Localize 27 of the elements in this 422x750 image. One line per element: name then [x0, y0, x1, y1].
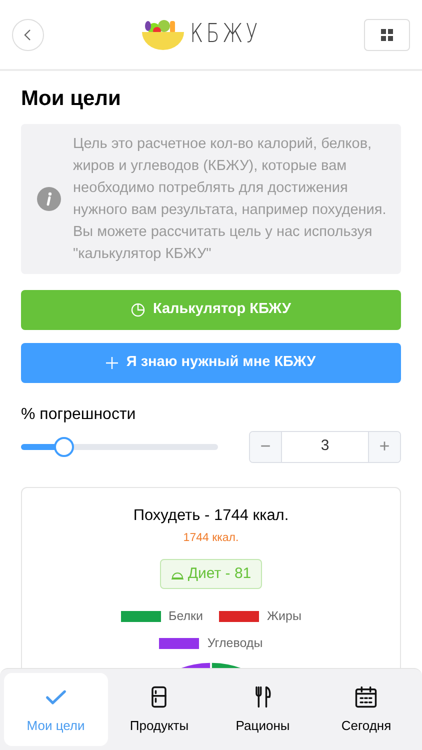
back-icon — [23, 28, 33, 40]
calculator-button[interactable]: Калькулятор КБЖУ — [21, 290, 401, 330]
goal-calories: 1744 ккал. — [183, 530, 239, 546]
menu-button[interactable] — [364, 18, 410, 50]
plus-icon — [106, 356, 118, 368]
nav-tab[interactable]: Рационы — [211, 673, 314, 746]
nav-tab[interactable]: Продукты — [108, 673, 211, 746]
nav-tab[interactable]: Мои цели — [4, 673, 108, 746]
info-icon — [37, 186, 61, 210]
grid-icon — [380, 28, 393, 40]
diet-text: Диет - 81 — [188, 564, 252, 584]
logo-text: КБЖУ — [190, 18, 261, 51]
goal-title: Похудеть - 1744 ккал. — [133, 506, 289, 526]
legend-label: Углеводы — [207, 635, 263, 652]
increment-button[interactable]: + — [368, 432, 400, 462]
page-title: Мои цели — [21, 86, 122, 112]
nav-tab[interactable]: Сегодня — [314, 673, 418, 746]
tolerance-label: % погрешности — [21, 404, 137, 424]
value-field[interactable]: 3 — [282, 432, 368, 462]
legend-label: Жиры — [267, 608, 302, 626]
calendar-icon — [353, 684, 380, 710]
slider-thumb[interactable] — [54, 436, 74, 456]
add-goal-button[interactable]: Я знаю нужный мне КБЖУ — [21, 342, 401, 382]
pie-icon — [130, 302, 145, 316]
decrement-button[interactable]: − — [250, 432, 282, 462]
info-text: Цель это расчетное кол-во калорий, белков, жиров и углеводов (КБЖУ), которые вам необходимо потреблять для достижения нужного вам результата, например похудения. Вы можете рассчитать цель у нас используя "калькулятор КБЖУ" — [73, 134, 388, 264]
legend-label: Белки — [168, 608, 204, 626]
